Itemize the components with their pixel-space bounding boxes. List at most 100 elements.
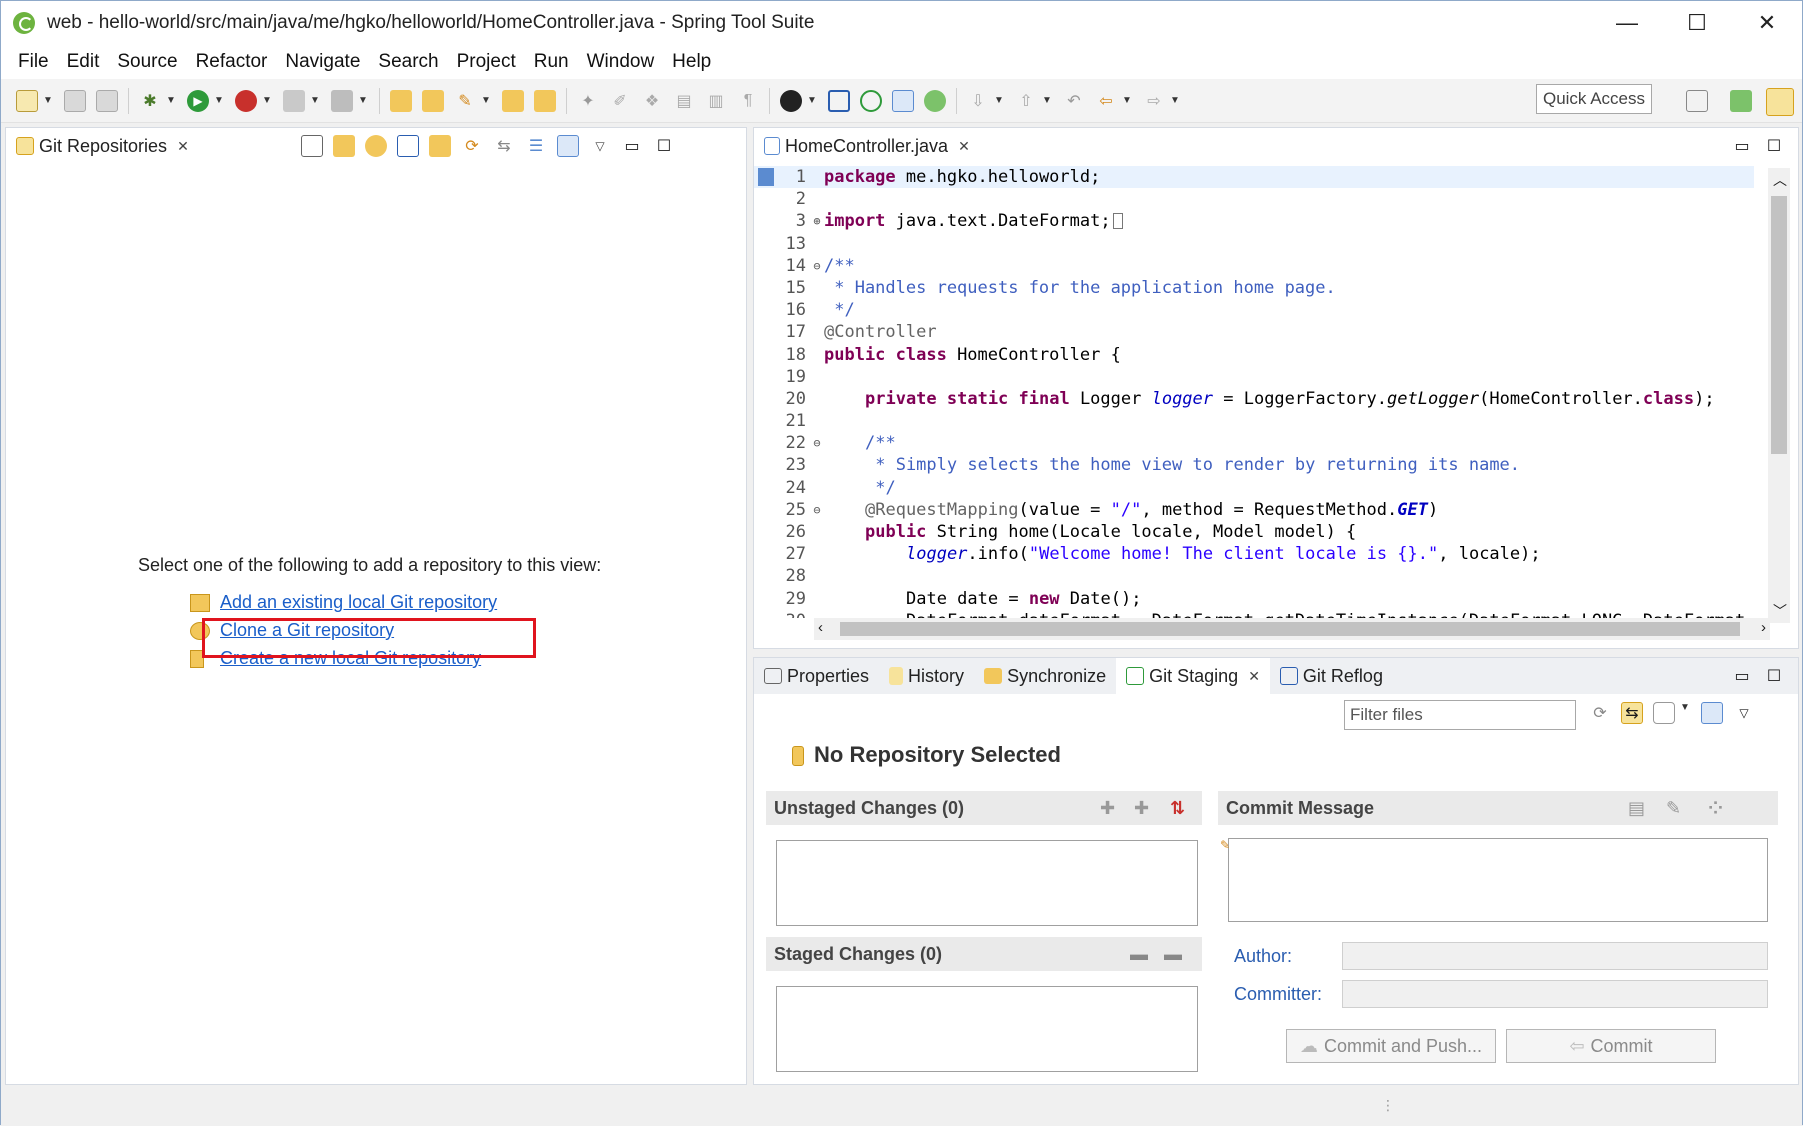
next-annotation-icon[interactable]: ⇩ bbox=[967, 90, 989, 112]
minimize-view-icon[interactable]: ▭ bbox=[1731, 665, 1753, 687]
menu-project[interactable]: Project bbox=[448, 51, 525, 73]
block-select-icon[interactable]: ▤ bbox=[673, 90, 695, 112]
folded-block-icon[interactable] bbox=[1112, 213, 1123, 230]
word-wrap-icon[interactable]: ▥ bbox=[705, 90, 727, 112]
author-input[interactable] bbox=[1342, 942, 1768, 970]
previous-annotation-dropdown-icon[interactable]: ▼ bbox=[1042, 95, 1052, 106]
fold-marker[interactable] bbox=[810, 388, 824, 410]
fold-marker[interactable] bbox=[810, 188, 824, 210]
layout-icon[interactable] bbox=[1701, 702, 1723, 724]
create-repository-icon[interactable] bbox=[397, 135, 419, 157]
back-dropdown-icon[interactable]: ▼ bbox=[1122, 95, 1132, 106]
link-with-selection-icon[interactable]: ⇆ bbox=[493, 135, 515, 157]
fold-marker[interactable] bbox=[810, 166, 824, 188]
toggle-mark-icon[interactable]: ❖ bbox=[641, 90, 663, 112]
fold-marker[interactable] bbox=[810, 565, 824, 587]
minimize-view-icon[interactable]: ▭ bbox=[1731, 135, 1753, 157]
last-edit-location-icon[interactable]: ↶ bbox=[1063, 90, 1085, 112]
toggle-breadcrumb-icon[interactable] bbox=[892, 89, 914, 112]
maximize-view-icon[interactable]: ☐ bbox=[653, 135, 675, 157]
fold-marker[interactable]: ⊖ bbox=[810, 255, 824, 277]
spring-perspective-icon[interactable] bbox=[1730, 90, 1752, 112]
external-tools-dropdown-icon[interactable]: ▼ bbox=[262, 95, 272, 106]
external-tools-icon[interactable] bbox=[235, 89, 257, 112]
amend-icon[interactable]: ▤ bbox=[1628, 791, 1645, 825]
fold-marker[interactable] bbox=[810, 477, 824, 499]
unstage-all-icon[interactable]: ▬ bbox=[1164, 937, 1182, 971]
commit-message-input[interactable] bbox=[1228, 838, 1768, 922]
spring-dashboard-icon[interactable] bbox=[924, 89, 946, 112]
pen-icon[interactable]: ✐ bbox=[609, 90, 631, 112]
add-repository-icon[interactable] bbox=[333, 135, 355, 157]
tab-synchronize[interactable]: Synchronize bbox=[974, 658, 1116, 694]
change-id-icon[interactable]: ⁘ bbox=[1708, 791, 1723, 825]
stop-icon[interactable] bbox=[283, 89, 305, 112]
scroll-right-icon[interactable]: › bbox=[1761, 619, 1766, 636]
fold-marker[interactable] bbox=[810, 588, 824, 610]
tab-git-staging[interactable]: Git Staging ✕ bbox=[1116, 658, 1270, 694]
console-icon[interactable] bbox=[828, 89, 850, 112]
quick-access-input[interactable]: Quick Access bbox=[1536, 84, 1652, 114]
open-perspective-icon[interactable] bbox=[1686, 90, 1708, 112]
fold-marker[interactable] bbox=[810, 610, 824, 618]
stage-selected-icon[interactable]: ✚ bbox=[1100, 791, 1115, 825]
maximize-button[interactable]: ☐ bbox=[1662, 1, 1732, 45]
link-with-editor-icon[interactable] bbox=[557, 135, 579, 157]
collapse-all-icon[interactable] bbox=[301, 135, 323, 157]
run-dropdown-icon[interactable]: ▼ bbox=[214, 95, 224, 106]
maximize-view-icon[interactable]: ☐ bbox=[1763, 665, 1785, 687]
previous-annotation-icon[interactable]: ⇧ bbox=[1015, 90, 1037, 112]
clone-repository-icon[interactable] bbox=[365, 135, 387, 157]
menu-search[interactable]: Search bbox=[369, 51, 447, 73]
fold-marker[interactable] bbox=[810, 543, 824, 565]
scroll-left-icon[interactable]: ‹ bbox=[818, 619, 823, 636]
signed-off-icon[interactable]: ✎ bbox=[1666, 791, 1681, 825]
staged-changes-list[interactable] bbox=[776, 986, 1198, 1072]
tab-history[interactable]: History bbox=[879, 658, 974, 694]
view-menu-icon[interactable]: ▽ bbox=[1733, 702, 1755, 724]
menu-run[interactable]: Run bbox=[525, 51, 578, 73]
refresh-icon[interactable]: ⟳ bbox=[461, 135, 483, 157]
save-icon[interactable] bbox=[64, 89, 86, 112]
git-perspective-icon[interactable] bbox=[1766, 88, 1794, 116]
fold-marker[interactable] bbox=[810, 454, 824, 476]
next-annotation-dropdown-icon[interactable]: ▼ bbox=[994, 95, 1004, 106]
open-folder-icon[interactable] bbox=[422, 89, 444, 112]
save-all-icon[interactable] bbox=[96, 89, 118, 112]
status-bar-handle-icon[interactable]: ⋮ bbox=[1381, 1097, 1395, 1114]
minimize-view-icon[interactable]: ▭ bbox=[621, 135, 643, 157]
new-file-icon[interactable] bbox=[16, 89, 38, 112]
debug-dropdown-icon[interactable]: ▼ bbox=[166, 95, 176, 106]
refresh-icon[interactable]: ⟳ bbox=[1589, 702, 1611, 724]
scroll-up-icon[interactable]: ︿ bbox=[1773, 170, 1787, 190]
close-icon[interactable]: ✕ bbox=[1248, 668, 1260, 685]
close-icon[interactable]: ✕ bbox=[958, 138, 970, 155]
search-tool-icon[interactable]: ✎ bbox=[454, 90, 476, 112]
add-existing-repository-link[interactable]: Add an existing local Git repository bbox=[190, 592, 497, 613]
scrollbar-thumb[interactable] bbox=[1771, 196, 1787, 454]
back-icon[interactable]: ⇦ bbox=[1095, 90, 1117, 112]
menu-navigate[interactable]: Navigate bbox=[276, 51, 369, 73]
stage-all-icon[interactable]: ✚ bbox=[1134, 791, 1149, 825]
debug-icon[interactable]: ✱ bbox=[139, 90, 161, 112]
import-projects-icon[interactable] bbox=[429, 135, 451, 157]
scroll-down-icon[interactable]: ﹀ bbox=[1773, 601, 1787, 621]
fold-marker[interactable]: ⊕ bbox=[810, 210, 824, 232]
open-type-icon[interactable] bbox=[390, 89, 412, 112]
menu-edit[interactable]: Edit bbox=[58, 51, 109, 73]
unstage-selected-icon[interactable]: ▬ bbox=[1130, 937, 1148, 971]
profile-dropdown-icon[interactable]: ▼ bbox=[807, 95, 817, 106]
fold-marker[interactable] bbox=[810, 233, 824, 255]
fold-marker[interactable]: ⊖ bbox=[810, 432, 824, 454]
unstaged-changes-list[interactable] bbox=[776, 840, 1198, 926]
annotation-icon[interactable]: ✦ bbox=[577, 90, 599, 112]
profile-icon[interactable] bbox=[780, 89, 802, 112]
stop-dropdown-icon[interactable]: ▼ bbox=[310, 95, 320, 106]
fold-marker[interactable] bbox=[810, 299, 824, 321]
committer-input[interactable] bbox=[1342, 980, 1768, 1008]
minimize-button[interactable]: — bbox=[1592, 1, 1662, 45]
repository-dropdown-icon[interactable]: ▼ bbox=[1680, 702, 1690, 724]
close-icon[interactable]: ✕ bbox=[177, 138, 189, 155]
filter-files-input[interactable]: Filter files bbox=[1344, 700, 1576, 730]
open-resource-icon[interactable] bbox=[534, 89, 556, 112]
